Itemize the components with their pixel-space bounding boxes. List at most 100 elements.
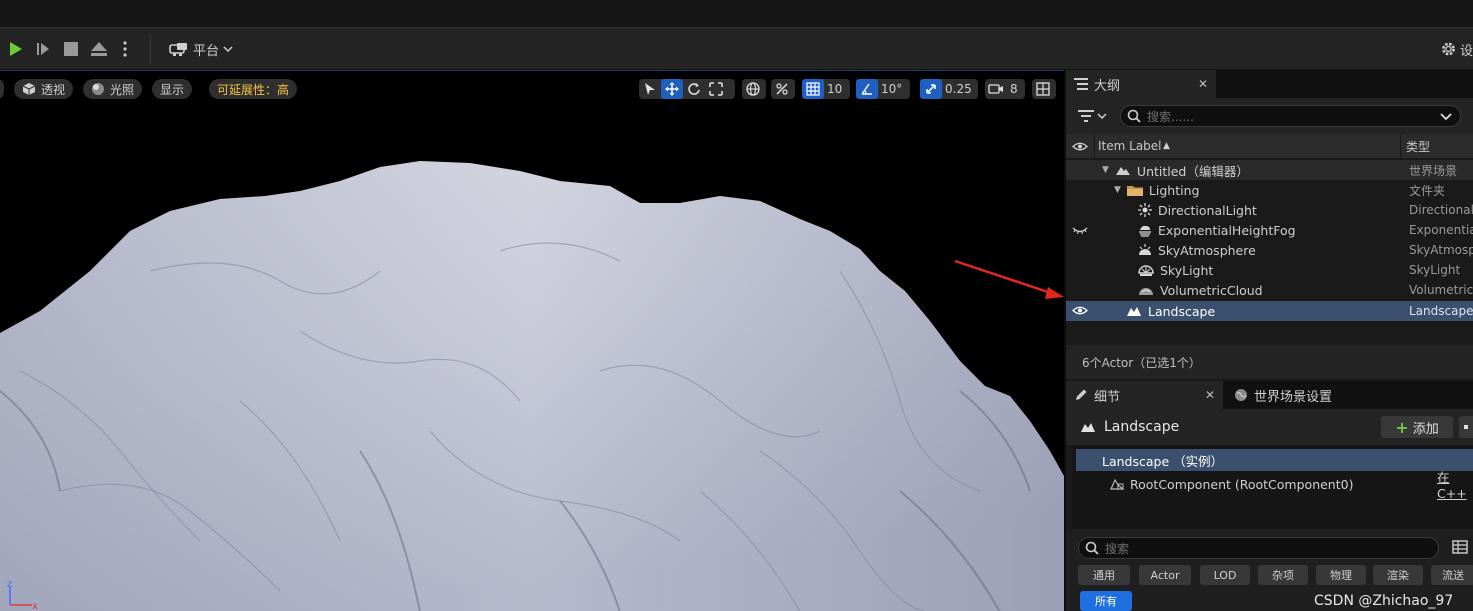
collapse-arrow-icon[interactable]: ▼ bbox=[1102, 165, 1109, 175]
component-tree: Landscape （实例） RootComponent (RootCompon… bbox=[1072, 445, 1473, 529]
details-search-placeholder: 搜索 bbox=[1105, 541, 1130, 556]
outliner-row-volumetric-cloud[interactable]: VolumetricCloud Volumetric bbox=[1066, 280, 1473, 300]
sky-light-icon bbox=[1138, 265, 1154, 276]
edit-in-cpp-link[interactable]: 在C++ bbox=[1437, 467, 1473, 501]
play-icon bbox=[10, 42, 22, 56]
filter-chip-lod[interactable]: LOD bbox=[1200, 565, 1250, 585]
details-tab-title: 细节 bbox=[1094, 389, 1121, 405]
filter-chip-rendering[interactable]: 渲染 bbox=[1373, 565, 1423, 585]
cursor-icon bbox=[645, 83, 655, 95]
outliner-row-lighting-folder[interactable]: ▼ Lighting 文件夹 bbox=[1066, 180, 1473, 200]
outliner-status: 6个Actor（已选1个） bbox=[1066, 345, 1473, 379]
outliner-row-height-fog[interactable]: ExponentialHeightFog Exponential bbox=[1066, 220, 1473, 240]
lit-mode-button[interactable]: 光照 bbox=[83, 79, 143, 99]
filter-chip-all[interactable]: 所有 bbox=[1080, 591, 1132, 611]
pencil-icon bbox=[1076, 389, 1087, 400]
coordinate-system-toggle[interactable] bbox=[742, 79, 766, 99]
tab-world-settings[interactable]: 世界场景设置 bbox=[1226, 381, 1366, 409]
blueprint-button[interactable] bbox=[1459, 416, 1473, 438]
view-mode-button[interactable]: 透视 bbox=[14, 79, 74, 99]
outliner-row-world[interactable]: ▼ Untitled（编辑器） 世界场景 bbox=[1066, 160, 1473, 180]
eye-hidden-icon[interactable] bbox=[1072, 224, 1088, 235]
stop-button[interactable] bbox=[60, 38, 82, 60]
eject-button[interactable] bbox=[88, 38, 110, 60]
close-icon[interactable]: ✕ bbox=[1205, 388, 1215, 402]
select-tool[interactable] bbox=[639, 79, 661, 99]
row-type: Landscape bbox=[1409, 304, 1473, 318]
row-type: SkyLight bbox=[1409, 263, 1461, 277]
tab-details[interactable]: 细节 ✕ bbox=[1066, 381, 1223, 409]
tab-outliner[interactable]: 大纲 ✕ bbox=[1066, 70, 1216, 98]
root-component-row[interactable]: RootComponent (RootComponent0) 在C++ bbox=[1076, 470, 1473, 501]
row-label: SkyAtmosphere bbox=[1158, 242, 1256, 258]
filter-chip-actor[interactable]: Actor bbox=[1139, 565, 1191, 585]
outliner-search-placeholder: 搜索...... bbox=[1147, 109, 1194, 124]
details-header: Landscape + 添加 bbox=[1066, 409, 1473, 445]
angle-icon bbox=[861, 83, 872, 95]
main-toolbar: 平台 设 bbox=[0, 27, 1473, 69]
annotation-arrowhead bbox=[1045, 287, 1064, 299]
fog-icon bbox=[1139, 225, 1151, 237]
play-options-button[interactable] bbox=[118, 38, 132, 60]
level-viewport[interactable]: 透视 光照 显示 可延展性：高 10 10° 0.25 8 z x bbox=[0, 70, 1064, 611]
actor-count: 6个Actor（已选1个） bbox=[1082, 355, 1201, 370]
outliner-row-landscape[interactable]: Landscape Landscape bbox=[1066, 301, 1473, 321]
property-matrix-button[interactable] bbox=[1452, 539, 1468, 558]
advance-frame-button[interactable] bbox=[32, 38, 54, 60]
filter-chip-general[interactable]: 通用 bbox=[1078, 565, 1130, 585]
outliner-search-input[interactable]: 搜索...... bbox=[1120, 105, 1461, 127]
landscape-terrain[interactable] bbox=[0, 71, 1064, 611]
collapse-arrow-icon[interactable]: ▼ bbox=[1114, 185, 1121, 195]
platform-label: 平台 bbox=[192, 43, 219, 59]
scale-snap-control[interactable]: 0.25 bbox=[920, 79, 978, 99]
scalability-warning[interactable]: 可延展性：高 bbox=[209, 79, 298, 99]
show-button[interactable]: 显示 bbox=[152, 79, 193, 99]
details-search-input[interactable]: 搜索 bbox=[1078, 537, 1439, 559]
row-label: ExponentialHeightFog bbox=[1158, 222, 1296, 238]
camera-speed-control[interactable]: 8 bbox=[985, 79, 1025, 99]
rotation-snap-control[interactable]: 10° bbox=[856, 79, 910, 99]
directional-light-icon bbox=[1138, 203, 1152, 217]
table-view-icon bbox=[1452, 540, 1468, 554]
eye-icon[interactable] bbox=[1072, 305, 1088, 316]
eye-icon[interactable] bbox=[1072, 141, 1088, 152]
cloud-icon bbox=[1139, 288, 1153, 295]
close-icon[interactable]: ✕ bbox=[1198, 77, 1208, 91]
scene-component-icon bbox=[1110, 478, 1124, 490]
search-icon bbox=[1127, 109, 1141, 123]
column-type[interactable]: 类型 bbox=[1406, 138, 1430, 155]
outliner-row-sky-light[interactable]: SkyLight SkyLight bbox=[1066, 260, 1473, 280]
grid-snap-control[interactable]: 10 bbox=[802, 79, 850, 99]
outliner-row-directional-light[interactable]: DirectionalLight DirectionalL bbox=[1066, 200, 1473, 220]
filter-chip-physics[interactable]: 物理 bbox=[1316, 565, 1366, 585]
details-tabbar: 细节 ✕ 世界场景设置 bbox=[1066, 381, 1473, 409]
add-component-button[interactable]: + 添加 bbox=[1381, 416, 1453, 438]
filter-chip-misc[interactable]: 杂项 bbox=[1258, 565, 1308, 585]
row-label: Untitled（编辑器） bbox=[1136, 163, 1249, 179]
chevron-down-icon bbox=[1097, 113, 1107, 120]
translate-tool[interactable] bbox=[661, 79, 683, 99]
rotate-tool[interactable] bbox=[683, 79, 705, 99]
folder-icon bbox=[1126, 186, 1143, 196]
viewport-layout-button[interactable] bbox=[1032, 79, 1056, 99]
component-instance-row[interactable]: Landscape （实例） bbox=[1076, 449, 1473, 471]
column-item-label[interactable]: Item Label bbox=[1098, 139, 1162, 153]
plus-icon: + bbox=[1395, 417, 1409, 437]
platform-button[interactable]: 平台 bbox=[166, 38, 236, 60]
landscape-icon bbox=[1081, 423, 1095, 432]
landscape-icon bbox=[1127, 307, 1141, 316]
blueprint-icon bbox=[1464, 425, 1468, 429]
row-type: Volumetric bbox=[1409, 283, 1473, 297]
row-label: VolumetricCloud bbox=[1160, 282, 1263, 298]
surface-snap-toggle[interactable] bbox=[771, 79, 795, 99]
outliner-filter-button[interactable] bbox=[1078, 106, 1112, 126]
filter-chip-streaming[interactable]: 流送 bbox=[1431, 565, 1473, 585]
settings-button[interactable]: 设 bbox=[1440, 38, 1473, 60]
play-button[interactable] bbox=[4, 38, 26, 60]
sky-atmosphere-icon bbox=[1139, 244, 1151, 255]
outliner-row-sky-atmosphere[interactable]: SkyAtmosphere SkyAtmosp bbox=[1066, 240, 1473, 260]
transform-tools bbox=[639, 79, 735, 99]
scale-tool[interactable] bbox=[705, 79, 727, 99]
show-label: 显示 bbox=[160, 82, 185, 97]
title-strip bbox=[0, 0, 1473, 27]
